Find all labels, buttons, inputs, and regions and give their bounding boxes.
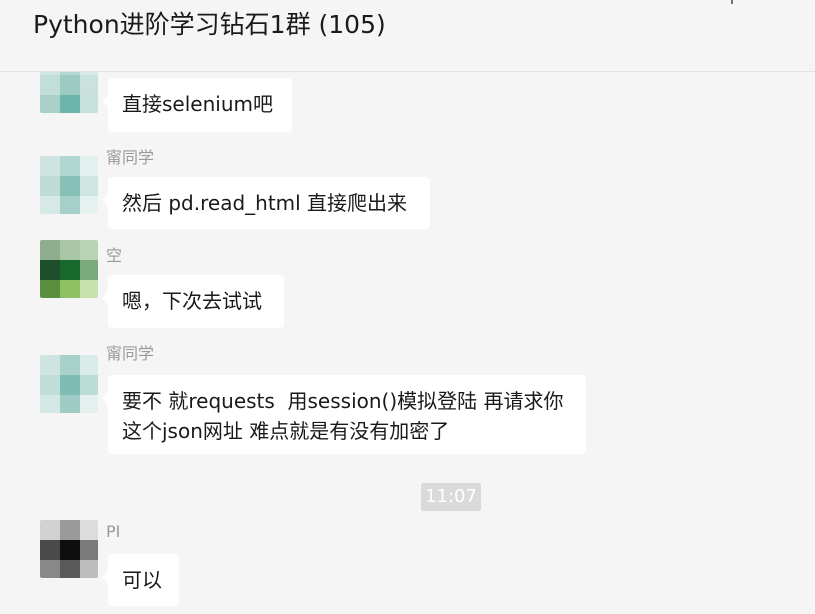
chat-title: Python进阶学习钻石1群 (105): [33, 10, 386, 39]
chat-window: Python进阶学习钻石1群 (105) + 直接selenium吧: [0, 0, 815, 614]
avatar[interactable]: [40, 156, 98, 214]
avatar[interactable]: [40, 355, 98, 413]
avatar[interactable]: [40, 520, 98, 578]
sender-name: 空: [106, 246, 123, 265]
avatar[interactable]: [40, 72, 98, 113]
sender-name: 甯同学: [106, 344, 155, 363]
avatar[interactable]: [40, 240, 98, 298]
chat-header: Python进阶学习钻石1群 (105) +: [0, 0, 815, 72]
message-bubble[interactable]: 嗯，下次去试试: [102, 275, 284, 328]
message-bubble[interactable]: 直接selenium吧: [102, 78, 292, 132]
message-bubble[interactable]: 要不 就requests 用session()模拟登陆 再请求你 这个json网…: [102, 375, 586, 454]
more-options-button[interactable]: +: [720, 0, 744, 10]
sender-name: PI: [106, 522, 121, 541]
sender-name: 甯同学: [106, 148, 155, 167]
timestamp-divider: 11:07: [421, 483, 481, 511]
message-list[interactable]: 直接selenium吧 甯同学 然后 pd.read_html 直接爬出来 空 …: [0, 72, 815, 614]
message-bubble[interactable]: 可以: [102, 554, 179, 606]
message-bubble[interactable]: 然后 pd.read_html 直接爬出来: [102, 177, 430, 229]
